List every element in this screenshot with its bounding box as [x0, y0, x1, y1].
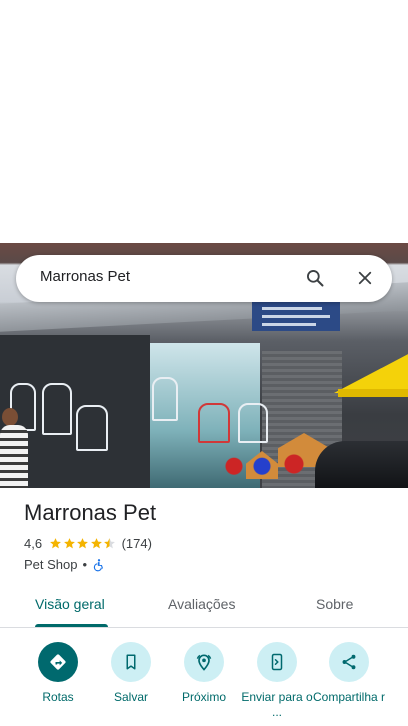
nearby-icon	[184, 642, 224, 682]
review-count: (174)	[121, 536, 152, 551]
directions-label: Rotas	[42, 690, 74, 704]
nearby-button[interactable]: Próximo	[166, 642, 242, 705]
search-bar[interactable]: Marronas Pet	[16, 255, 392, 302]
star-icon	[77, 538, 88, 549]
star-icon	[90, 538, 102, 549]
photo-sign-line	[262, 323, 316, 326]
share-label: Compartilha r	[312, 690, 386, 704]
photo-toys	[224, 453, 324, 475]
close-icon[interactable]	[354, 267, 376, 289]
map-blank-area	[0, 0, 408, 243]
photo-person	[0, 425, 28, 488]
tab-overview[interactable]: Visão geral	[35, 596, 105, 612]
place-category: Pet Shop	[24, 557, 78, 572]
photo-cage	[198, 403, 230, 443]
action-bar: Rotas Salvar Próximo Enviar para o ... C…	[0, 642, 408, 726]
category-row: Pet Shop •	[24, 557, 106, 572]
photo-cage	[42, 383, 72, 435]
active-tab-indicator	[35, 624, 108, 627]
send-to-phone-icon	[257, 642, 297, 682]
rating-value: 4,6	[24, 536, 43, 551]
photo-umbrella-base	[338, 389, 408, 397]
separator-dot: •	[82, 557, 88, 572]
save-button[interactable]: Salvar	[93, 642, 169, 705]
send-to-phone-label: Enviar para o ...	[241, 690, 313, 719]
tab-about[interactable]: Sobre	[316, 596, 353, 612]
photo-cage	[152, 377, 178, 421]
half-star-icon	[104, 538, 115, 549]
wheelchair-icon	[93, 558, 104, 571]
photo-sign-line	[262, 315, 330, 318]
save-label: Salvar	[113, 690, 148, 704]
photo-umbrella	[334, 351, 408, 393]
directions-icon	[38, 642, 78, 682]
bookmark-icon	[111, 642, 151, 682]
photo-cage	[76, 405, 108, 451]
send-to-phone-button[interactable]: Enviar para o ...	[239, 642, 315, 720]
photo-car	[315, 441, 408, 488]
rating-row[interactable]: 4,6 (174)	[24, 536, 152, 551]
search-icon[interactable]	[304, 267, 326, 289]
star-icon	[50, 538, 61, 549]
tab-bar: Visão geral Avaliações Sobre	[0, 588, 408, 628]
tab-reviews[interactable]: Avaliações	[168, 596, 235, 612]
place-title: Marronas Pet	[24, 500, 157, 525]
photo-person-head	[2, 408, 18, 426]
photo-cage	[238, 403, 268, 443]
share-button[interactable]: Compartilha r	[311, 642, 387, 705]
photo-sign-line	[262, 307, 322, 310]
nearby-label: Próximo	[181, 690, 226, 704]
directions-button[interactable]: Rotas	[20, 642, 96, 705]
search-query[interactable]: Marronas Pet	[40, 268, 130, 285]
star-icon	[63, 538, 75, 549]
share-icon	[329, 642, 369, 682]
rating-stars	[49, 537, 117, 550]
